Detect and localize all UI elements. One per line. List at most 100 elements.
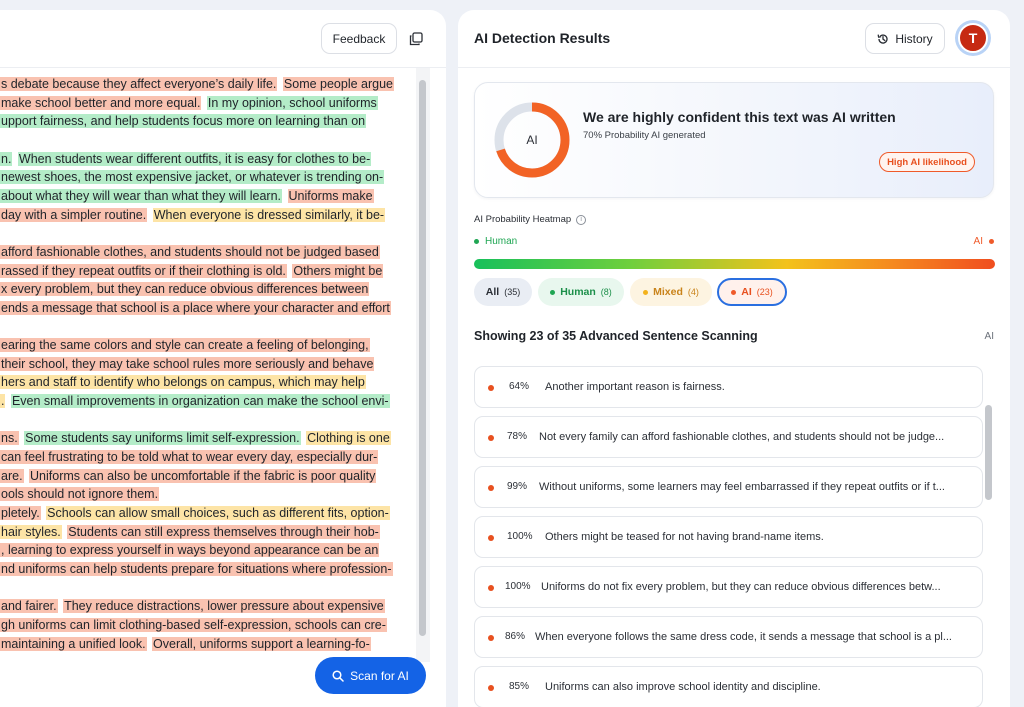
text-space: [282, 189, 287, 203]
text-line: , learning to express yourself in ways b…: [0, 541, 380, 559]
sentence-highlight-ai[interactable]: ns.: [0, 431, 19, 446]
text-line: . Even small improvements in organizatio…: [0, 392, 390, 410]
analyzed-text[interactable]: s debate because they affect everyone’s …: [0, 68, 416, 656]
legend-human: Human: [474, 236, 517, 247]
search-icon: [332, 669, 344, 682]
sentence-highlight-ai[interactable]: can feel frustrating to be told what to …: [0, 450, 379, 464]
sentence-list: 64% Another important reason is fairness…: [474, 366, 984, 707]
sentence-row[interactable]: 100% Uniforms do not fix every problem, …: [474, 566, 983, 608]
sentence-highlight-ai[interactable]: earing the same colors and style can cre…: [0, 338, 370, 353]
sentence-highlight-mixed[interactable]: Schools can allow small choices, such as…: [46, 505, 390, 520]
sentence-text: When everyone follows the same dress cod…: [535, 631, 952, 643]
ai-dot-icon: [488, 535, 494, 541]
sentence-highlight-ai[interactable]: Overall, uniforms support a learning-fo-: [152, 636, 371, 651]
feedback-button[interactable]: Feedback: [321, 23, 397, 54]
sentence-highlight-ai[interactable]: pletely.: [0, 505, 41, 520]
filter-mixed[interactable]: Mixed (4): [630, 278, 712, 306]
sentence-highlight-ai[interactable]: their school, they may take school rules…: [0, 356, 375, 371]
sentence-highlight-ai[interactable]: gh uniforms can limit clothing-based sel…: [0, 617, 387, 632]
sentence-highlight-ai[interactable]: s debate because they affect everyone’s …: [0, 77, 278, 91]
history-icon: [877, 33, 888, 44]
sentence-highlight-ai[interactable]: Students can still express themselves th…: [67, 524, 380, 539]
sentence-row[interactable]: 100% Others might be teased for not havi…: [474, 516, 983, 558]
sentence-highlight-ai[interactable]: Some people argue: [282, 77, 395, 91]
sentence-highlight-human[interactable]: When students wear different outfits, it…: [17, 151, 372, 166]
sentence-row[interactable]: 64% Another important reason is fairness…: [474, 366, 983, 408]
text-line: pletely. Schools can allow small choices…: [0, 504, 390, 522]
sentence-highlight-human[interactable]: n.: [0, 151, 13, 166]
sentence-row[interactable]: 85% Uniforms can also improve school ide…: [474, 666, 983, 707]
filter-label: All: [485, 286, 500, 298]
text-line: gh uniforms can limit clothing-based sel…: [0, 616, 387, 634]
sentence-highlight-ai[interactable]: nd uniforms can help students prepare fo…: [0, 561, 393, 576]
sentence-highlight-ai[interactable]: ools should not ignore them.: [0, 487, 160, 502]
copy-icon[interactable]: [405, 28, 427, 50]
summary-probability: 70% Probability AI generated: [583, 130, 706, 141]
text-line: nd uniforms can help students prepare fo…: [0, 560, 393, 578]
text-line: hers and staff to identify who belongs o…: [0, 373, 366, 391]
user-avatar[interactable]: T: [955, 20, 991, 56]
sentence-highlight-ai[interactable]: Uniforms make: [287, 188, 374, 203]
ai-dot-icon: [488, 485, 494, 491]
sentence-highlight-ai[interactable]: maintaining a unified look.: [0, 636, 147, 651]
sentence-highlight-ai[interactable]: and fairer.: [0, 599, 58, 614]
sentence-highlight-ai[interactable]: rassed if they repeat outfits or if thei…: [0, 263, 287, 278]
sentence-probability: 86%: [505, 631, 526, 642]
sentence-highlight-ai[interactable]: They reduce distractions, lower pressure…: [63, 599, 385, 614]
sentence-text: Uniforms can also improve school identit…: [545, 681, 821, 693]
donut-label: AI: [526, 133, 538, 147]
results-panel: AI Detection Results History T AI We are…: [458, 10, 1010, 707]
sentence-highlight-mixed[interactable]: hers and staff to identify who belongs o…: [0, 375, 366, 390]
text-line: their school, they may take school rules…: [0, 355, 375, 373]
sentence-highlight-ai[interactable]: day with a simpler routine.: [0, 207, 148, 222]
text-line: n. When students wear different outfits,…: [0, 150, 372, 168]
scan-for-ai-button[interactable]: Scan for AI: [315, 657, 426, 694]
sentence-highlight-ai[interactable]: x every problem, but they can reduce obv…: [0, 282, 370, 297]
ai-dot-icon: [488, 635, 494, 641]
sentence-highlight-mixed[interactable]: hair styles.: [0, 524, 62, 539]
filter-all[interactable]: All (35): [474, 278, 532, 306]
sentence-highlight-mixed[interactable]: When everyone is dressed similarly, it b…: [152, 207, 386, 222]
sentence-highlight-mixed[interactable]: Clothing is one: [306, 431, 391, 446]
filter-count: (8): [600, 287, 612, 297]
text-line: afford fashionable clothes, and students…: [0, 243, 380, 261]
text-line: day with a simpler routine. When everyon…: [0, 206, 386, 224]
sentence-probability: 100%: [507, 531, 533, 542]
sentence-text: Uniforms do not fix every problem, but t…: [541, 581, 941, 593]
ai-dot-icon: [488, 685, 494, 691]
filter-ai[interactable]: AI (23): [717, 278, 787, 306]
sentence-highlight-ai[interactable]: Others might be: [292, 263, 384, 278]
filter-label: Human: [560, 286, 596, 298]
sentence-highlight-ai[interactable]: are.: [0, 468, 24, 483]
sentence-highlight-human[interactable]: In my opinion, school uniforms: [206, 95, 378, 110]
showing-title: Showing 23 of 35 Advanced Sentence Scann…: [474, 329, 758, 343]
showing-ai-label: AI: [984, 331, 994, 342]
sentence-row[interactable]: 86% When everyone follows the same dress…: [474, 616, 983, 658]
text-line: x every problem, but they can reduce obv…: [0, 280, 370, 298]
editor-scrollbar[interactable]: [419, 80, 426, 636]
filter-human[interactable]: Human (8): [538, 278, 624, 306]
sentence-highlight-ai[interactable]: ends a message that school is a place wh…: [0, 300, 391, 315]
sentence-highlight-ai[interactable]: make school better and more equal.: [0, 95, 202, 110]
sentence-highlight-ai[interactable]: , learning to express yourself in ways b…: [0, 543, 380, 558]
sentence-probability: 85%: [509, 681, 530, 692]
sentence-highlight-human[interactable]: newest shoes, the most expensive jacket,…: [0, 170, 385, 185]
sentence-row[interactable]: 78% Not every family can afford fashiona…: [474, 416, 983, 458]
text-line: ends a message that school is a place wh…: [0, 299, 391, 317]
sentence-highlight-human[interactable]: upport fairness, and help students focus…: [0, 114, 367, 129]
filter-count: (4): [687, 287, 699, 297]
sentence-text: Another important reason is fairness.: [545, 381, 725, 393]
info-icon[interactable]: i: [576, 214, 587, 225]
sentence-row[interactable]: 99% Without uniforms, some learners may …: [474, 466, 983, 508]
filter-count: (35): [504, 287, 521, 297]
sentence-highlight-human[interactable]: Even small improvements in organization …: [10, 394, 390, 409]
sentence-highlight-human[interactable]: Some students say uniforms limit self-ex…: [24, 431, 301, 446]
results-scrollbar[interactable]: [985, 405, 992, 500]
sentence-highlight-ai[interactable]: afford fashionable clothes, and students…: [0, 244, 380, 259]
history-button[interactable]: History: [865, 23, 945, 54]
ai-dot-icon: [731, 289, 737, 295]
sentence-highlight-human[interactable]: about what they will wear than what they…: [0, 188, 283, 203]
sentence-highlight-ai[interactable]: Uniforms can also be uncomfortable if th…: [29, 468, 377, 483]
text-line: earing the same colors and style can cre…: [0, 336, 370, 354]
sentence-probability: 64%: [509, 381, 530, 392]
